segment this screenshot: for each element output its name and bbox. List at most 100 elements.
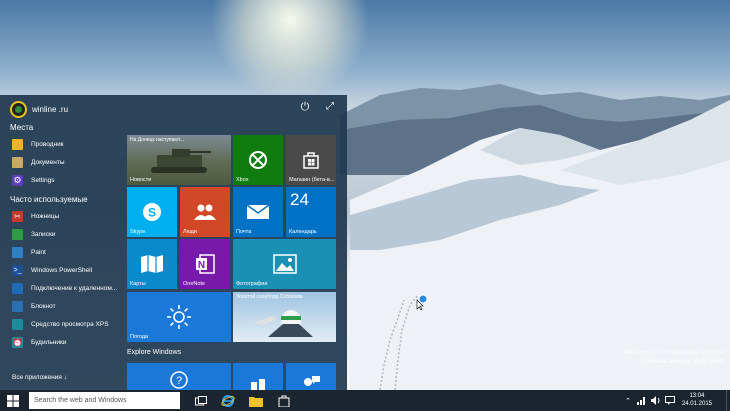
- remote-desktop-icon: [12, 282, 23, 294]
- tile-label: Xbox: [236, 177, 249, 183]
- folder-icon: [12, 138, 23, 150]
- app-item-powershell[interactable]: >_ Windows PowerShell: [12, 263, 92, 277]
- tile-label: Магазин (бета-в...: [289, 177, 335, 183]
- tile-label: Почта: [236, 229, 252, 235]
- place-item-explorer[interactable]: Проводник: [12, 137, 64, 151]
- app-item-remote-desktop[interactable]: Подключение к удаленном...: [12, 281, 117, 295]
- app-item-label: Средство просмотра XPS: [31, 320, 109, 328]
- calendar-day: 24: [290, 190, 309, 209]
- clock-date: 24.01.2015: [681, 401, 712, 407]
- clock[interactable]: 13:04 24.01.2015: [682, 392, 712, 408]
- tile-mail[interactable]: Почта: [233, 187, 283, 237]
- tile-skype[interactable]: S Skype: [127, 187, 177, 237]
- user-avatar: [10, 100, 27, 118]
- app-item-xps-viewer[interactable]: Средство просмотра XPS: [12, 317, 109, 331]
- file-explorer-button[interactable]: [246, 390, 266, 411]
- app-item-notepad[interactable]: Блокнот: [12, 299, 56, 313]
- power-icon[interactable]: ⏻: [299, 101, 311, 113]
- tray-volume-icon[interactable]: [650, 390, 662, 411]
- place-item-documents[interactable]: Документы: [12, 155, 65, 169]
- app-item-label: Будильники: [31, 338, 67, 346]
- tile-label: Погода: [130, 334, 149, 340]
- all-apps-link[interactable]: Все приложения ↓: [12, 374, 67, 381]
- app-item-paint[interactable]: Paint: [12, 245, 46, 259]
- internet-explorer-button[interactable]: [218, 390, 238, 411]
- gear-icon: ⚙: [12, 174, 23, 186]
- tile-store[interactable]: Магазин (бета-в...: [286, 135, 336, 185]
- tray-network-icon[interactable]: [636, 390, 648, 411]
- folder-icon: [249, 396, 263, 407]
- tile-maps[interactable]: Карты: [127, 239, 177, 289]
- tile-get-started[interactable]: ?: [127, 363, 231, 390]
- windows-logo-icon: [7, 394, 19, 407]
- svg-text:N: N: [198, 260, 205, 271]
- app-item-snipping-tool[interactable]: ✂ Ножницы: [12, 209, 59, 223]
- app-item-label: Paint: [31, 248, 46, 256]
- expand-icon[interactable]: ⤢: [324, 101, 336, 113]
- tile-people[interactable]: Люди: [180, 187, 230, 237]
- place-item-label: Settings: [31, 176, 55, 184]
- app-item-label: Windows PowerShell: [31, 266, 93, 274]
- place-item-settings[interactable]: ⚙ Settings: [12, 173, 55, 187]
- tile-photos[interactable]: Фотографии: [233, 239, 336, 289]
- place-item-label: Проводник: [31, 140, 64, 148]
- user-name: winline .ru: [32, 104, 69, 114]
- task-view-icon: [195, 395, 207, 405]
- sticky-notes-icon: [12, 228, 23, 240]
- tile-calendar[interactable]: 24 Календарь: [286, 187, 336, 237]
- start-button[interactable]: [0, 390, 26, 411]
- news-headline: На Донецк наступают...: [130, 137, 184, 143]
- app-item-label: Блокнот: [31, 302, 56, 310]
- tray-action-center-icon[interactable]: [664, 390, 676, 411]
- store-icon: [278, 395, 290, 407]
- clock-time: 13:04: [689, 393, 705, 399]
- tile-label: Люди: [183, 229, 197, 235]
- app-item-alarms[interactable]: ⏰ Будильники: [12, 335, 66, 349]
- tile-weather[interactable]: Погода: [127, 292, 231, 342]
- task-view-button[interactable]: [191, 390, 211, 411]
- tile-label: OneNote: [183, 281, 206, 287]
- frequent-heading: Часто используемые: [10, 195, 88, 204]
- notepad-icon: [12, 300, 23, 312]
- tile-label: Новости: [130, 177, 152, 183]
- tray-chevron-icon[interactable]: ⌃: [622, 390, 634, 411]
- tile-feedback[interactable]: [286, 363, 336, 390]
- store-taskbar-button[interactable]: [274, 390, 294, 411]
- places-heading: Места: [10, 123, 34, 132]
- paint-icon: [12, 246, 23, 258]
- tile-label: Календарь: [289, 229, 317, 235]
- help-icon: ?: [127, 363, 231, 390]
- tile-windows-feedback[interactable]: [233, 363, 283, 390]
- app-item-label: Подключение к удаленном...: [31, 284, 118, 292]
- mouse-cursor-icon: [416, 294, 428, 310]
- show-desktop-button[interactable]: [726, 390, 730, 411]
- tile-onenote[interactable]: N OneNote: [180, 239, 230, 289]
- search-input[interactable]: Search the web and Windows: [29, 392, 180, 409]
- scissors-icon: ✂: [12, 210, 23, 222]
- xps-viewer-icon: [12, 318, 23, 330]
- tile-label: Skype: [130, 229, 146, 235]
- start-menu: winline .ru ⏻ ⤢ Места Проводник Документ…: [0, 95, 347, 390]
- tile-xbox[interactable]: Xbox: [233, 135, 283, 185]
- tile-label: Карты: [130, 281, 146, 287]
- documents-icon: [12, 156, 23, 168]
- feedback-icon: [286, 363, 336, 390]
- svg-text:S: S: [148, 206, 156, 220]
- tile-sport-news[interactable]: Золотой сноуборд Соболева: [233, 292, 336, 342]
- powershell-icon: >_: [12, 264, 23, 276]
- internet-explorer-icon: [221, 394, 235, 407]
- watermark-line-2: Пробная версия. Build 9926: [640, 358, 725, 365]
- app-item-label: Ножницы: [31, 212, 60, 220]
- build-watermark: Windows 10 Pro Technical Preview Пробная…: [623, 348, 724, 366]
- place-item-label: Документы: [31, 158, 65, 166]
- taskbar: Search the web and Windows ⌃ 13:04 24.01…: [0, 390, 730, 411]
- alarms-icon: ⏰: [12, 336, 23, 348]
- explore-heading: Explore Windows: [127, 349, 182, 356]
- app-item-label: Записки: [31, 230, 56, 238]
- svg-text:?: ?: [176, 375, 182, 387]
- windows-feedback-icon: [233, 363, 283, 390]
- tile-news[interactable]: На Донецк наступают... Новости: [127, 135, 231, 185]
- user-account[interactable]: winline .ru: [10, 99, 68, 119]
- app-item-sticky-notes[interactable]: Записки: [12, 227, 55, 241]
- sport-headline: Золотой сноуборд Соболева: [236, 294, 303, 300]
